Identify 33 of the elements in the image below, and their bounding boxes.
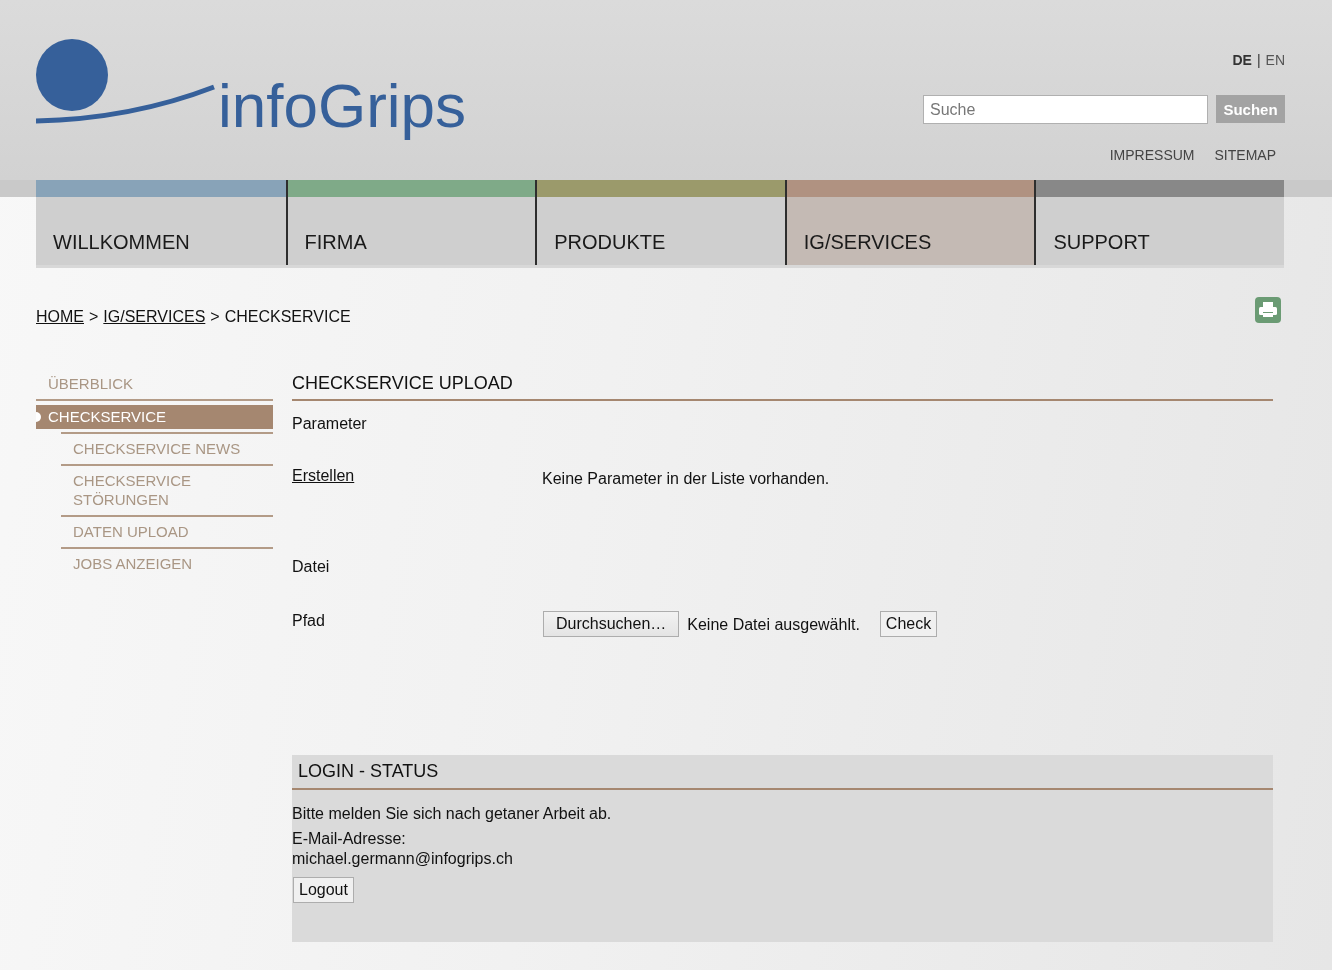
create-link[interactable]: Erstellen (292, 466, 355, 485)
print-icon[interactable] (1255, 297, 1281, 323)
section-label: Parameter (292, 414, 367, 433)
section-label: Datei (292, 557, 330, 576)
check-button[interactable]: Check (879, 611, 938, 637)
file-status: Keine Datei ausgewählt. (687, 614, 860, 634)
pointer-notch-icon (36, 412, 41, 422)
language-separator: | (1256, 52, 1261, 69)
browse-button[interactable]: Durchsuchen… (543, 611, 680, 637)
language-link[interactable]: DE (1232, 52, 1252, 69)
panel-title: LOGIN - STATUS (298, 761, 439, 782)
nav-tab[interactable]: SUPPORT (1034, 180, 1284, 265)
breadcrumb-separator: > (210, 307, 220, 326)
email-label: E-Mail-Adresse: (292, 829, 406, 849)
breadcrumb-link[interactable]: IG/SERVICES (103, 307, 206, 326)
nav-tab[interactable]: PRODUKTE (535, 180, 785, 265)
header-link[interactable]: SITEMAP (1214, 147, 1276, 164)
header-link[interactable]: IMPRESSUM (1109, 147, 1195, 164)
language-link[interactable]: EN (1265, 52, 1285, 69)
logout-hint: Bitte melden Sie sich nach getaner Arbeit ab. (292, 804, 612, 823)
empty-message: Keine Parameter in der Liste vorhanden. (542, 469, 830, 488)
logout-button[interactable]: Logout (293, 877, 354, 903)
search-field[interactable]: Suche (923, 95, 1208, 124)
nav-tab[interactable]: IG/SERVICES (784, 180, 1035, 265)
nav-tab[interactable]: FIRMA (285, 180, 536, 265)
logo-icon (36, 39, 216, 125)
email-value: michael.germann@infogrips.ch (292, 849, 513, 869)
breadcrumb-current: CHECKSERVICE (224, 307, 351, 326)
breadcrumb-separator: > (89, 307, 99, 326)
section-title: CHECKSERVICE UPLOAD (292, 373, 513, 394)
breadcrumb-link[interactable]: HOME (36, 307, 84, 326)
field-label: Pfad (292, 611, 325, 630)
nav-tab[interactable]: WILLKOMMEN (36, 180, 286, 265)
